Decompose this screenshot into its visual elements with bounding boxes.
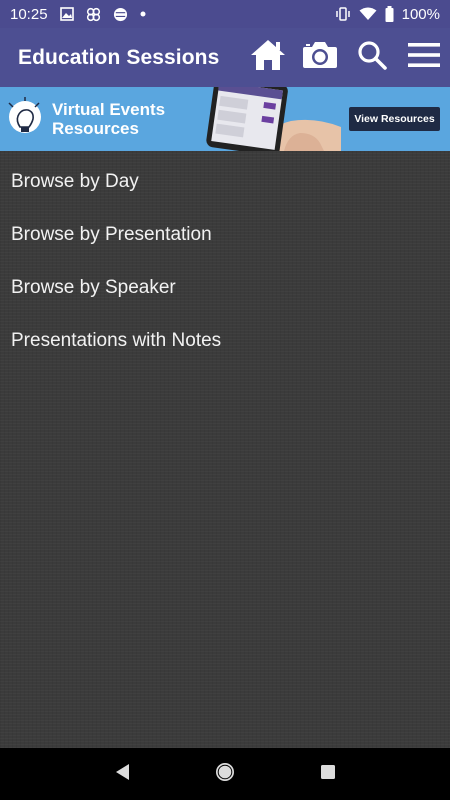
dot-icon xyxy=(140,11,146,17)
system-nav-bar xyxy=(0,748,450,800)
image-icon xyxy=(59,7,74,21)
home-icon xyxy=(249,38,287,77)
app-actions xyxy=(242,32,450,84)
phone-hand-image xyxy=(196,87,341,151)
status-left: 10:25 xyxy=(10,6,146,23)
battery-icon xyxy=(385,6,394,22)
status-bar: 10:25 100% xyxy=(0,0,450,28)
banner-text: Virtual Events Resources xyxy=(52,100,165,138)
banner-line1: Virtual Events xyxy=(52,100,166,119)
menu-item-browse-by-presentation[interactable]: Browse by Presentation xyxy=(0,208,450,261)
back-icon xyxy=(113,762,131,787)
camera-button[interactable] xyxy=(294,32,346,84)
browse-menu: Browse by Day Browse by Presentation Bro… xyxy=(0,151,450,367)
vibrate-icon xyxy=(335,7,351,21)
recents-button[interactable] xyxy=(308,754,348,794)
wifi-icon xyxy=(359,7,377,21)
app-bar: Education Sessions xyxy=(0,28,450,87)
menu-icon xyxy=(407,42,441,73)
search-button[interactable] xyxy=(346,32,398,84)
menu-item-browse-by-speaker[interactable]: Browse by Speaker xyxy=(0,261,450,314)
menu-item-label: Browse by Day xyxy=(11,170,139,192)
home-button[interactable] xyxy=(242,32,294,84)
search-icon xyxy=(357,40,387,75)
menu-item-browse-by-day[interactable]: Browse by Day xyxy=(0,155,450,208)
home-circle-icon xyxy=(214,761,236,788)
menu-item-label: Browse by Speaker xyxy=(11,276,176,298)
camera-icon xyxy=(301,40,339,75)
lightbulb-icon xyxy=(6,97,44,141)
pinwheel-icon xyxy=(86,7,101,22)
virtual-events-banner[interactable]: Virtual Events Resources View Resources xyxy=(0,87,450,151)
page-title: Education Sessions xyxy=(18,45,220,69)
globe-icon xyxy=(113,7,128,22)
status-right: 100% xyxy=(335,6,440,23)
menu-item-label: Browse by Presentation xyxy=(11,223,212,245)
recents-icon xyxy=(319,763,337,786)
back-button[interactable] xyxy=(102,754,142,794)
battery-percent: 100% xyxy=(401,5,440,23)
menu-button[interactable] xyxy=(398,32,450,84)
home-nav-button[interactable] xyxy=(205,754,245,794)
banner-line2: Resources xyxy=(52,119,139,138)
main-content: Browse by Day Browse by Presentation Bro… xyxy=(0,151,450,748)
menu-item-label: Presentations with Notes xyxy=(11,329,222,351)
status-time: 10:25 xyxy=(10,5,48,23)
menu-item-presentations-with-notes[interactable]: Presentations with Notes xyxy=(0,314,450,367)
view-resources-button[interactable]: View Resources xyxy=(349,107,440,131)
